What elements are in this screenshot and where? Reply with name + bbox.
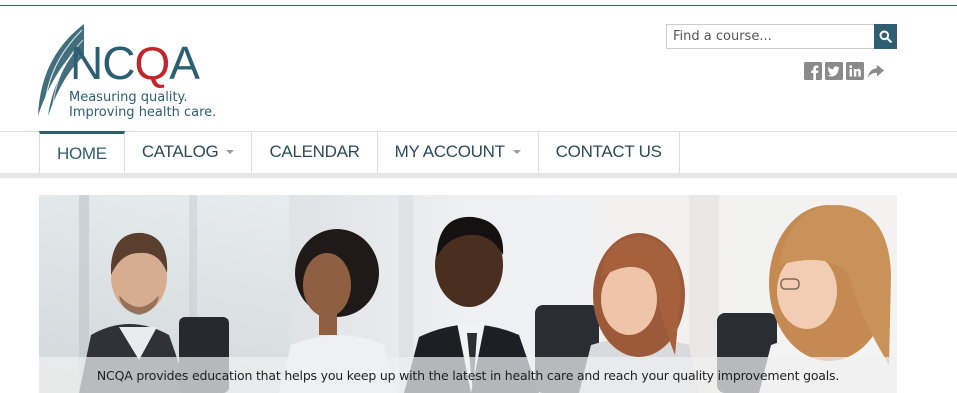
course-search — [666, 24, 897, 49]
linkedin-icon[interactable] — [846, 62, 864, 80]
nav-label: HOME — [57, 143, 107, 163]
share-icon[interactable] — [867, 62, 885, 80]
hero-caption: NCQA provides education that helps you k… — [96, 367, 840, 383]
logo-wordmark: NCQA — [70, 37, 200, 89]
nav-item-calendar[interactable]: CALENDAR — [252, 131, 378, 173]
tagline-line-2: Improving health care. — [69, 105, 217, 120]
main-nav: HOME CATALOG CALENDAR MY ACCOUNT CONTACT… — [39, 131, 680, 173]
top-rule — [0, 5, 957, 6]
nav-item-home[interactable]: HOME — [39, 131, 125, 173]
nav-label: MY ACCOUNT — [394, 142, 505, 161]
search-icon — [879, 30, 892, 43]
nav-label: CONTACT US — [555, 142, 662, 161]
ncqa-logo[interactable]: NCQA Measuring quality. Improving health… — [36, 22, 236, 122]
nav-label: CALENDAR — [269, 142, 360, 161]
tagline-line-1: Measuring quality. — [69, 90, 188, 105]
nav-item-contact-us[interactable]: CONTACT US — [539, 131, 680, 173]
chevron-down-icon — [512, 150, 521, 154]
logo-tagline: Measuring quality. Improving health care… — [69, 90, 216, 120]
nav-label: CATALOG — [141, 142, 219, 161]
search-input[interactable] — [666, 24, 874, 49]
nav-item-my-account[interactable]: MY ACCOUNT — [378, 131, 539, 173]
facebook-icon[interactable] — [804, 62, 822, 80]
chevron-down-icon — [226, 150, 235, 154]
nav-bottom-bar — [0, 173, 957, 178]
nav-item-catalog[interactable]: CATALOG — [125, 131, 253, 173]
social-links — [804, 62, 885, 82]
search-button[interactable] — [874, 24, 897, 49]
hero-caption-bar: NCQA provides education that helps you k… — [39, 357, 897, 393]
twitter-icon[interactable] — [825, 62, 843, 80]
